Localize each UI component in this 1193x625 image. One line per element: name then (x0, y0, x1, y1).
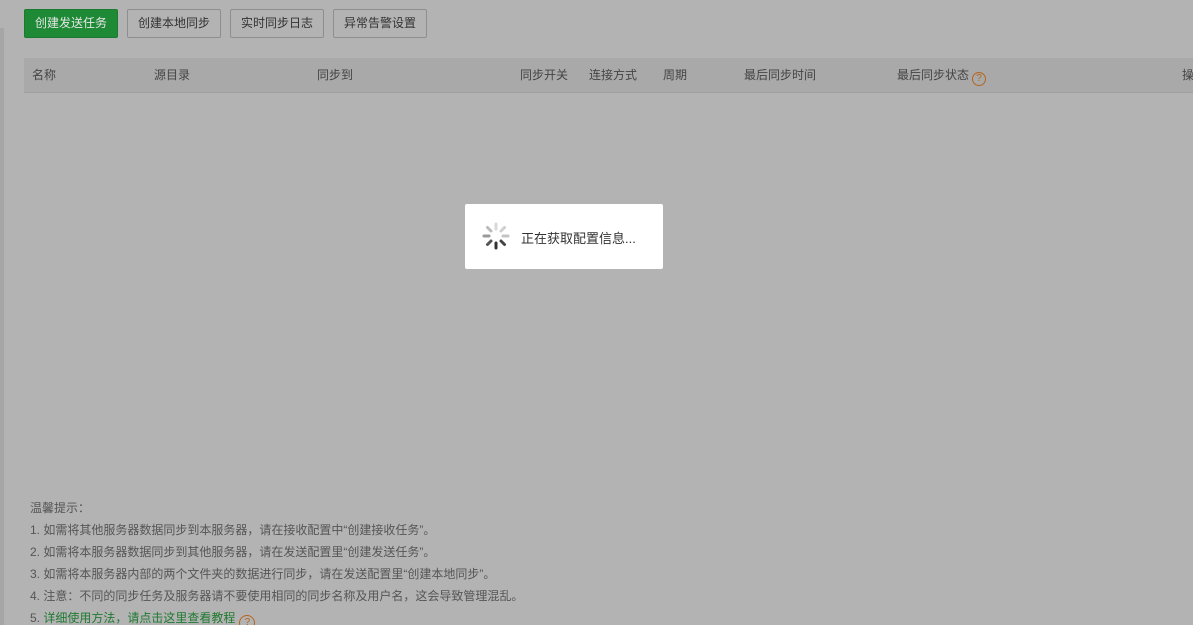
realtime-sync-log-button[interactable]: 实时同步日志 (230, 9, 325, 38)
column-header-last-sync-time: 最后同步时间 (744, 68, 817, 82)
tip-line-1: 1. 如需将其他服务器数据同步到本服务器，请在接收配置中“创建接收任务”。 (30, 523, 436, 537)
column-header-actions: 操 (1182, 68, 1193, 82)
column-header-last-sync-status-label: 最后同步状态 (897, 68, 970, 82)
column-header-period: 周期 (663, 68, 688, 82)
tip-line-4: 4. 注意：不同的同步任务及服务器请不要使用相同的同步名称及用户名，这会导致管理… (30, 589, 524, 603)
loading-dialog: 正在获取配置信息... (465, 204, 663, 269)
column-header-name: 名称 (32, 68, 57, 82)
column-header-connection: 连接方式 (589, 68, 638, 82)
tip-line-2: 2. 如需将本服务器数据同步到其他服务器，请在发送配置里“创建发送任务”。 (30, 545, 436, 559)
tips-title: 温馨提示： (30, 501, 91, 515)
column-header-source-dir: 源目录 (154, 68, 191, 82)
tip-line-3: 3. 如需将本服务器内部的两个文件夹的数据进行同步，请在发送配置里“创建本地同步… (30, 567, 496, 581)
help-icon[interactable]: ? (972, 72, 987, 86)
column-header-sync-switch: 同步开关 (520, 68, 569, 82)
toolbar: 创建发送任务 创建本地同步 实时同步日志 异常告警设置 (24, 9, 428, 38)
create-send-task-button[interactable]: 创建发送任务 (24, 9, 119, 38)
tutorial-link[interactable]: 详细使用方法，请点击这里查看教程 (43, 611, 235, 625)
loading-spinner-icon (482, 222, 510, 250)
alert-settings-button[interactable]: 异常告警设置 (333, 9, 428, 38)
tip-line-5: 5. 详细使用方法，请点击这里查看教程? (30, 607, 1130, 625)
table-header: 名称 源目录 同步到 同步开关 连接方式 周期 最后同步时间 最后同步状态? 操 (24, 58, 1193, 93)
column-header-sync-to: 同步到 (317, 68, 354, 82)
create-local-sync-button[interactable]: 创建本地同步 (127, 9, 222, 38)
tips-section: 温馨提示： 1. 如需将其他服务器数据同步到本服务器，请在接收配置中“创建接收任… (30, 497, 1130, 625)
tip-line-5-prefix: 5. (30, 611, 44, 625)
loading-text: 正在获取配置信息... (521, 231, 636, 246)
left-sidebar-edge (0, 28, 4, 625)
column-header-last-sync-status: 最后同步状态? (897, 58, 987, 93)
help-icon[interactable]: ? (239, 615, 256, 625)
